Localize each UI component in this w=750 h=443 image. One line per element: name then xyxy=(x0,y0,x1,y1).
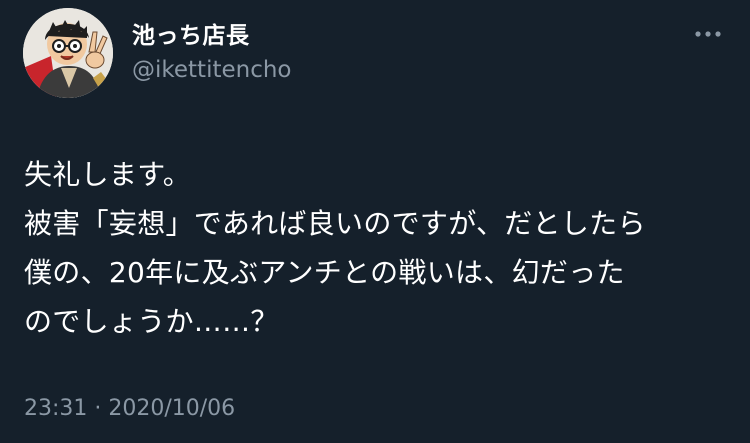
tweet-text: 失礼します。 被害「妄想」であれば良いのですが、だとしたら 僕の、20年に及ぶア… xyxy=(24,150,729,346)
tweet-text-line: 被害「妄想」であれば良いのですが、だとしたら xyxy=(24,207,646,240)
cartoon-avatar-icon xyxy=(23,8,113,98)
author-avatar[interactable] xyxy=(23,8,113,98)
tweet-text-line: 失礼します。 xyxy=(24,158,192,191)
tweet-card: 池っち店長 @ikettitencho 失礼します。 被害「妄想」であれば良いの… xyxy=(0,0,750,443)
author-handle[interactable]: @ikettitencho xyxy=(132,57,292,83)
author-display-name[interactable]: 池っち店長 xyxy=(132,16,250,50)
more-options-button[interactable] xyxy=(690,22,726,46)
tweet-timestamp[interactable]: 23:31 · 2020/10/06 xyxy=(24,396,235,421)
tweet-text-line: 僕の、20年に及ぶアンチとの戦いは、幻だった xyxy=(24,256,625,289)
more-horizontal-icon xyxy=(695,31,721,37)
tweet-text-line: のでしょうか……？ xyxy=(24,305,279,338)
